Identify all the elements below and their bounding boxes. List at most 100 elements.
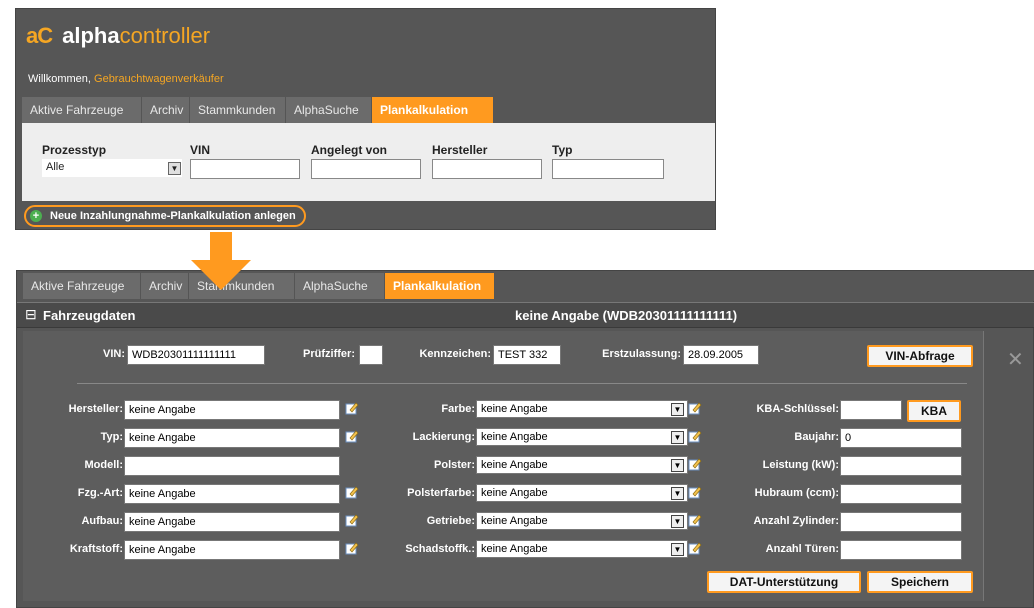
pruefziffer-label: Prüfziffer: [303, 348, 355, 360]
hersteller-filter-label: Hersteller [432, 143, 488, 157]
arrow-down-icon [191, 260, 251, 290]
typ-label: Typ: [100, 431, 123, 443]
tab-archiv[interactable]: Archiv [142, 97, 190, 123]
vin-filter-label: VIN [190, 143, 211, 157]
fahrzeugdaten-header: ⊟ Fahrzeugdaten keine Angabe (WDB2030111… [17, 302, 1034, 328]
baujahr-input[interactable]: 0 [840, 428, 962, 448]
chevron-down-icon[interactable]: ▼ [671, 543, 684, 556]
getriebe-select[interactable]: keine Angabe [476, 512, 688, 530]
kraftstoff-label: Kraftstoff: [69, 543, 123, 555]
lackierung-label: Lackierung: [412, 431, 475, 443]
edit-icon[interactable] [345, 485, 359, 499]
lackierung-select[interactable]: keine Angabe [476, 428, 688, 446]
edit-icon[interactable] [688, 485, 702, 499]
logo-mark-icon: aC [26, 23, 53, 48]
typ-filter-input[interactable] [552, 159, 664, 179]
aufbau-input[interactable]: keine Angabe [124, 512, 340, 532]
getriebe-label: Getriebe: [426, 515, 475, 527]
aufbau-label: Aufbau: [81, 515, 123, 527]
bottom-app-panel: Aktive Fahrzeuge Archiv Stammkunden Alph… [16, 270, 1034, 608]
chevron-down-icon[interactable]: ▼ [671, 431, 684, 444]
typ-filter-label: Typ [552, 143, 573, 157]
edit-icon[interactable] [688, 513, 702, 527]
hersteller-input[interactable]: keine Angabe [124, 400, 340, 420]
anzahl-tueren-label: Anzahl Türen: [765, 543, 839, 555]
top-app-panel: aC alpha controller Willkommen, Gebraucht… [15, 8, 716, 230]
schadstoffklasse-label: Schadstoffk.: [405, 543, 475, 555]
baujahr-label: Baujahr: [794, 431, 839, 443]
polster-select[interactable]: keine Angabe [476, 456, 688, 474]
typ-input[interactable]: keine Angabe [124, 428, 340, 448]
section-title: Fahrzeugdaten [43, 308, 136, 323]
edit-icon[interactable] [688, 457, 702, 471]
chevron-down-icon[interactable]: ▼ [671, 403, 684, 416]
schadstoffklasse-select[interactable]: keine Angabe [476, 540, 688, 558]
tab-stammkunden[interactable]: Stammkunden [190, 97, 286, 123]
kba-schluessel-input[interactable] [840, 400, 902, 420]
pruefziffer-input[interactable] [359, 345, 383, 365]
app-logo: aC alpha controller [26, 23, 210, 49]
vehicle-form: VIN: WDB20301111111111 Prüfziffer: Kennz… [23, 331, 983, 601]
fzg-art-input[interactable]: keine Angabe [124, 484, 340, 504]
dat-unterstuetzung-button[interactable]: DAT-Unterstützung [707, 571, 861, 593]
vin-input[interactable]: WDB20301111111111 [127, 345, 265, 365]
edit-icon[interactable] [345, 541, 359, 555]
hubraum-input[interactable] [840, 484, 962, 504]
divider [77, 383, 967, 384]
angelegt-von-input[interactable] [311, 159, 421, 179]
chevron-down-icon[interactable]: ▼ [671, 487, 684, 500]
welcome-text: Willkommen, Gebrauchtwagenverkäufer [28, 73, 224, 85]
close-icon[interactable]: ✕ [1007, 347, 1024, 372]
tab-plankalkulation[interactable]: Plankalkulation [372, 97, 494, 123]
vehicle-title: keine Angabe (WDB20301111111111) [515, 308, 738, 323]
chevron-down-icon: ▼ [168, 162, 181, 175]
tab-archiv[interactable]: Archiv [141, 273, 189, 299]
filter-top-strip [22, 123, 715, 137]
arrow-down-shaft [210, 232, 232, 260]
tab-alphasuche[interactable]: AlphaSuche [295, 273, 385, 299]
edit-icon[interactable] [688, 429, 702, 443]
prozesstyp-select[interactable]: Alle ▼ [42, 159, 182, 177]
anzahl-tueren-input[interactable] [840, 540, 962, 560]
top-tab-bar: Aktive Fahrzeuge Archiv Stammkunden Alph… [22, 97, 494, 123]
welcome-prefix: Willkommen, [28, 73, 91, 85]
vin-filter-input[interactable] [190, 159, 300, 179]
farbe-select[interactable]: keine Angabe [476, 400, 688, 418]
edit-icon[interactable] [688, 401, 702, 415]
hubraum-label: Hubraum (ccm): [754, 487, 839, 499]
tab-alphasuche[interactable]: AlphaSuche [286, 97, 372, 123]
edit-icon[interactable] [345, 401, 359, 415]
logo-text-bold: alpha [62, 23, 120, 48]
tab-aktive-fahrzeuge[interactable]: Aktive Fahrzeuge [23, 273, 141, 299]
welcome-user: Gebrauchtwagenverkäufer [94, 73, 224, 85]
polsterfarbe-select[interactable]: keine Angabe [476, 484, 688, 502]
erstzulassung-input[interactable]: 28.09.2005 [683, 345, 759, 365]
anzahl-zylinder-input[interactable] [840, 512, 962, 532]
modell-input[interactable] [124, 456, 340, 476]
logo-text-light: controller [119, 23, 211, 48]
edit-icon[interactable] [345, 513, 359, 527]
erstzulassung-label: Erstzulassung: [602, 348, 681, 360]
leistung-input[interactable] [840, 456, 962, 476]
leistung-label: Leistung (kW): [762, 459, 839, 471]
new-plankalkulation-button[interactable]: + Neue Inzahlungnahme-Plankalkulation an… [24, 205, 306, 227]
fzg-art-label: Fzg.-Art: [77, 487, 123, 499]
polster-label: Polster: [434, 459, 475, 471]
chevron-down-icon[interactable]: ▼ [671, 459, 684, 472]
anzahl-zylinder-label: Anzahl Zylinder: [753, 515, 839, 527]
kennzeichen-input[interactable]: TEST 332 [493, 345, 561, 365]
vin-abfrage-button[interactable]: VIN-Abfrage [867, 345, 973, 367]
edit-icon[interactable] [345, 429, 359, 443]
kba-button[interactable]: KBA [907, 400, 961, 422]
vin-label: VIN: [103, 348, 125, 360]
tab-plankalkulation[interactable]: Plankalkulation [385, 273, 495, 299]
plus-icon: + [30, 210, 42, 222]
collapse-icon[interactable]: ⊟ [25, 306, 37, 323]
chevron-down-icon[interactable]: ▼ [671, 515, 684, 528]
tab-aktive-fahrzeuge[interactable]: Aktive Fahrzeuge [22, 97, 142, 123]
hersteller-filter-input[interactable] [432, 159, 542, 179]
kraftstoff-input[interactable]: keine Angabe [124, 540, 340, 560]
prozesstyp-value: Alle [42, 159, 182, 177]
speichern-button[interactable]: Speichern [867, 571, 973, 593]
edit-icon[interactable] [688, 541, 702, 555]
